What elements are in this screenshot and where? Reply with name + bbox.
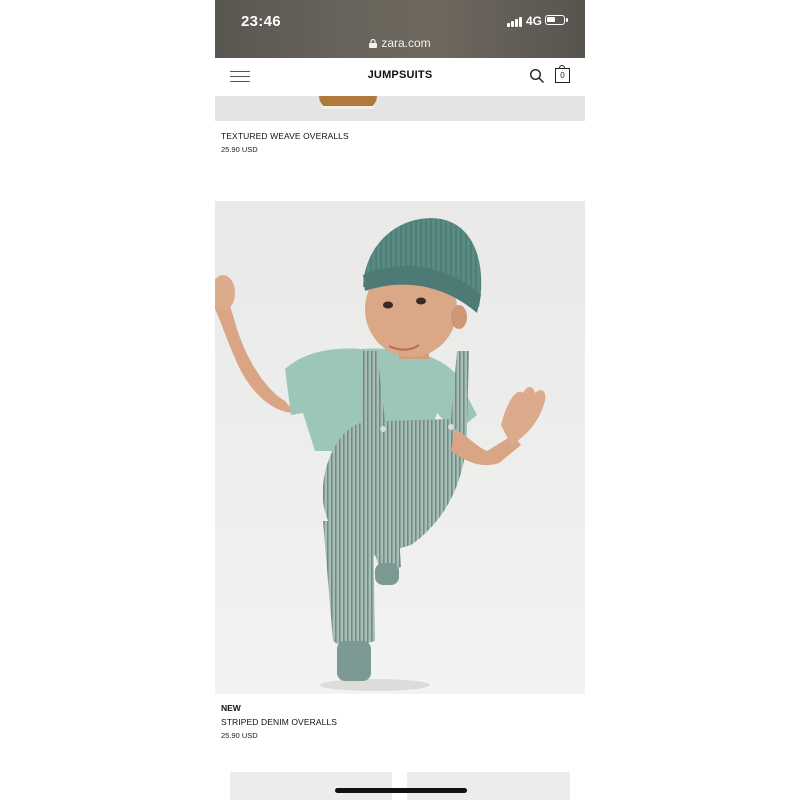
status-bar: 23:46 4G zara.com <box>215 0 585 58</box>
cart-count: 0 <box>560 71 565 80</box>
battery-icon <box>545 15 568 25</box>
phone-screen: 23:46 4G zara.com JUMPSUITS 0 TEXTURED W… <box>215 0 585 800</box>
home-indicator[interactable] <box>335 788 467 793</box>
network-label: 4G <box>526 14 543 28</box>
product-tile[interactable] <box>230 772 392 800</box>
product-image[interactable] <box>215 201 585 694</box>
signal-icon <box>507 16 523 27</box>
address-bar[interactable]: zara.com <box>215 36 585 50</box>
new-badge: NEW <box>221 703 241 713</box>
lock-icon <box>369 39 378 48</box>
bag-icon[interactable]: 0 <box>555 65 570 83</box>
product-name[interactable]: STRIPED DENIM OVERALLS <box>221 717 337 727</box>
url-text: zara.com <box>381 36 431 50</box>
status-time: 23:46 <box>241 13 281 30</box>
product-price: 25.90 USD <box>221 731 258 740</box>
product-photo-illustration <box>215 218 546 691</box>
search-icon[interactable] <box>529 68 545 84</box>
site-header: JUMPSUITS 0 <box>215 58 585 96</box>
product-tile[interactable] <box>407 772 570 800</box>
product-price: 25.90 USD <box>221 145 258 154</box>
product-name[interactable]: TEXTURED WEAVE OVERALLS <box>221 131 349 141</box>
product-image[interactable] <box>215 96 585 121</box>
